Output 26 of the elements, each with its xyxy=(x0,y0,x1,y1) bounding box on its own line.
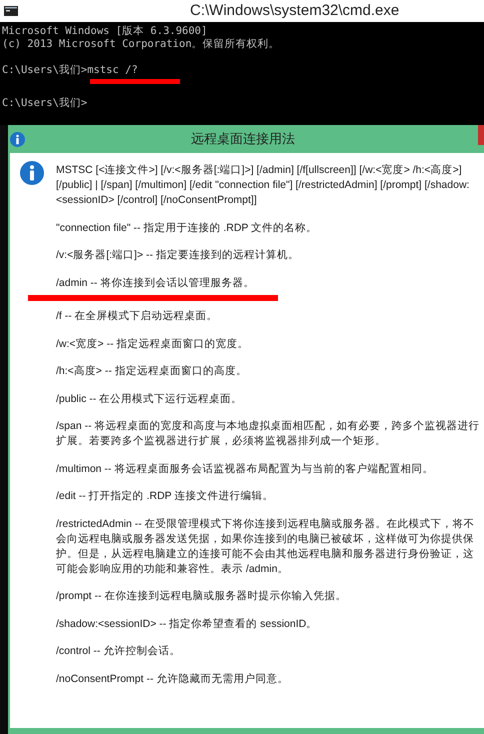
usage-text: /admin -- 将你连接到会话以管理服务器。 xyxy=(56,276,256,290)
usage-text: /h:<高度> -- 指定远程桌面窗口的高度。 xyxy=(56,364,248,379)
console-icon xyxy=(4,6,18,16)
usage-text: /public -- 在公用模式下运行远程桌面。 xyxy=(56,392,244,406)
usage-text: /noConsentPrompt -- 允许隐藏而无需用户同意。 xyxy=(56,672,290,686)
console-line: (c) 2013 Microsoft Corporation。保留所有权利。 xyxy=(2,38,280,51)
usage-text: /edit -- 打开指定的 .RDP 连接文件进行编辑。 xyxy=(56,489,274,504)
dialog-title: 远程桌面连接用法 xyxy=(191,130,295,148)
usage-text: /multimon -- 将远程桌面服务会话监视器布局配置为与当前的客户端配置相同。 xyxy=(56,462,434,476)
console-line: C:\Users\我们> xyxy=(2,97,88,110)
usage-text: /span -- 将远程桌面的宽度和高度与本地虚拟桌面相匹配，如有必要，跨多个监视器进行扩展。若要跨多个监视器进行扩展，必须将监视器排列成一个矩形。 xyxy=(56,419,480,449)
console-line: Microsoft Windows [版本 6.3.9600] xyxy=(2,25,208,38)
info-icon xyxy=(10,132,25,146)
console-line: C:\Users\我们>mstsc /? xyxy=(2,64,138,77)
usage-text: MSTSC [<连接文件>] [/v:<服务器[:端口]>] [/admin] [/f[ullscreen]] [/w:<宽度> /h:<高度>] [/public] | [/span] [/multimon] [/edit "connection file"] [/restrictedAdmin] [/prompt] [/shadow:<sessionID> [/control] [/noConsentPrompt]] xyxy=(56,163,470,208)
window-title: C:\Windows\system32\cmd.exe xyxy=(190,0,400,21)
close-button[interactable] xyxy=(478,125,484,145)
usage-text: /v:<服务器[:端口]> -- 指定要连接到的远程计算机。 xyxy=(56,248,300,263)
usage-text: /control -- 允许控制会话。 xyxy=(56,644,182,659)
usage-text: /w:<宽度> -- 指定远程桌面窗口的宽度。 xyxy=(56,336,250,352)
usage-text: /shadow:<sessionID> -- 指定你希望查看的 sessionID。 xyxy=(56,616,318,632)
usage-text: "connection file" -- 指定用于连接的 .RDP 文件的名称。 xyxy=(56,220,318,236)
usage-text: /prompt -- 在你连接到远程电脑或服务器时提示你输入凭据。 xyxy=(56,589,348,604)
usage-text: /restrictedAdmin -- 在受限管理模式下将你连接到远程电脑或服务器。在此模式下，将不会向远程电脑或服务器发送凭据，如果你连接到的电脑已被破坏，这样做可为你提供保护。但是，从远程电脑建立的连接可能不会由其他远程电脑和服务器进行身份验证，这可能会影响应用的功能和兼容性。表示 /admin。 xyxy=(56,516,476,576)
usage-text: /f -- 在全屏模式下启动远程桌面。 xyxy=(56,309,219,324)
info-icon xyxy=(20,161,44,185)
